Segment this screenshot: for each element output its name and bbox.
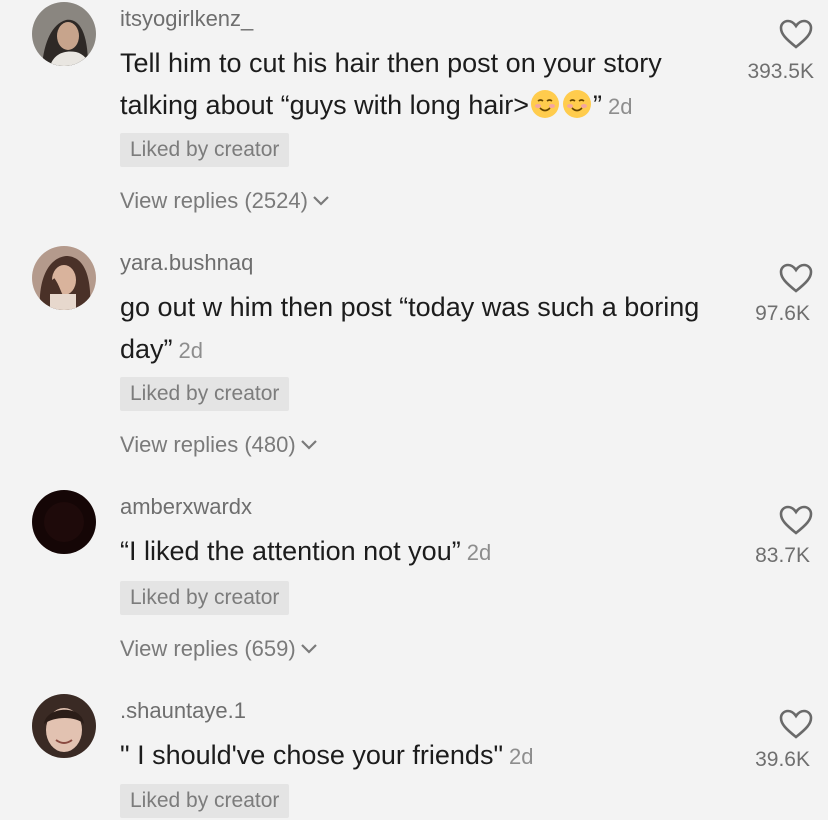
comment-time: 2d	[178, 338, 204, 363]
chevron-down-icon	[313, 196, 329, 206]
view-replies-button[interactable]: View replies (2524)	[120, 188, 330, 214]
comment-username[interactable]: .shauntaye.1	[120, 698, 246, 724]
comment-text: " I should've chose your friends" 2d	[120, 734, 720, 778]
chevron-down-icon	[300, 644, 317, 654]
comment-username[interactable]: amberxwardx	[120, 494, 252, 520]
smiling-relieved-face-emoji-icon	[563, 90, 591, 118]
heart-outline-icon[interactable]	[778, 708, 814, 740]
smiling-relieved-face-emoji-icon	[531, 90, 559, 118]
heart-outline-icon[interactable]	[778, 262, 814, 294]
like-count: 97.6K	[755, 302, 810, 325]
view-replies-button[interactable]: View replies (659)	[120, 636, 318, 662]
comment-text-part: go out w him then post “today was such a…	[120, 292, 700, 364]
comment-username[interactable]: itsyogirlkenz_	[120, 6, 253, 32]
comment-username[interactable]: yara.bushnaq	[120, 250, 253, 276]
like-count: 393.5K	[747, 60, 814, 83]
comment-time: 2d	[466, 540, 492, 565]
comment-time: 2d	[608, 94, 633, 119]
like-count: 39.6K	[755, 748, 810, 771]
comment-text-part: " I should've chose your friends"	[120, 740, 504, 770]
like-count: 83.7K	[755, 544, 810, 567]
comment-time: 2d	[509, 744, 534, 769]
comment-text: go out w him then post “today was such a…	[120, 286, 700, 372]
avatar[interactable]	[32, 694, 96, 758]
liked-by-creator-badge: Liked by creator	[120, 581, 290, 615]
comment-text: “I liked the attention not you” 2d	[120, 530, 720, 574]
heart-outline-icon[interactable]	[778, 18, 814, 50]
liked-by-creator-badge: Liked by creator	[120, 377, 290, 411]
view-replies-label: View replies (2524)	[120, 188, 308, 213]
view-replies-label: View replies (659)	[120, 636, 296, 661]
liked-by-creator-badge: Liked by creator	[120, 133, 290, 167]
avatar[interactable]	[32, 2, 96, 66]
chevron-down-icon	[300, 440, 317, 450]
comment-text-part: “I liked the attention not you”	[120, 536, 461, 566]
avatar[interactable]	[32, 246, 96, 310]
view-replies-label: View replies (480)	[120, 432, 296, 457]
avatar[interactable]	[32, 490, 96, 554]
comment-text: Tell him to cut his hair then post on yo…	[120, 42, 720, 128]
view-replies-button[interactable]: View replies (480)	[120, 432, 318, 458]
liked-by-creator-badge: Liked by creator	[120, 784, 290, 818]
comment-text-part: ”	[593, 90, 602, 120]
heart-outline-icon[interactable]	[778, 504, 814, 536]
